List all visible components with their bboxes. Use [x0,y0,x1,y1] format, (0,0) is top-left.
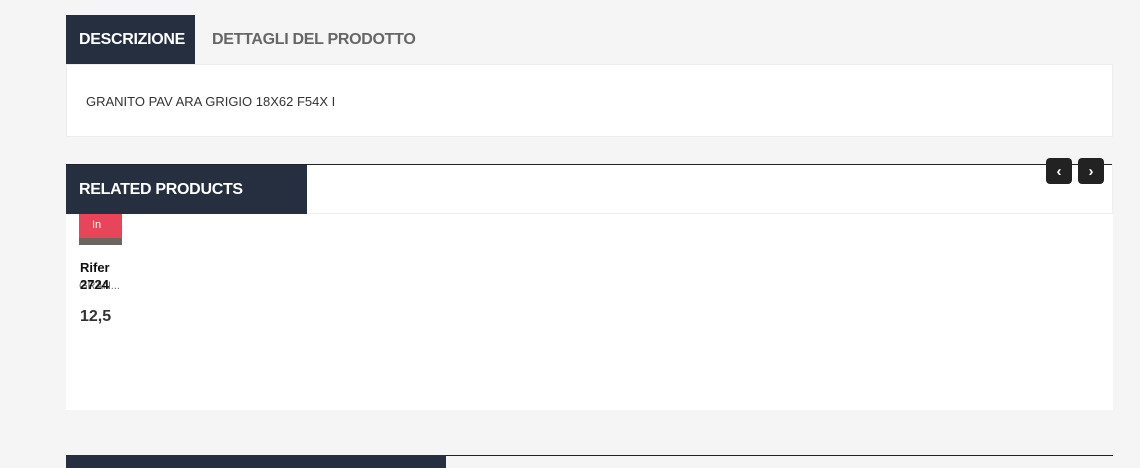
product-reference: Rifer 2724 [80,259,110,293]
product-reference-line2: 2724 [80,277,109,292]
description-panel: GRANITO PAV ARA GRIGIO 18X62 F54X I [66,64,1113,137]
product-price: 12,5 [80,308,112,325]
related-products-title: RELATED PRODUCTS [66,165,307,214]
chevron-right-icon: › [1088,162,1094,180]
tab-dettagli-prodotto[interactable]: DETTAGLI DEL PRODOTTO [195,15,428,64]
header-border [1112,164,1113,214]
product-reference-line1: Rifer [80,260,110,275]
product-card[interactable]: In GRAN... [79,214,122,394]
description-text: GRANITO PAV ARA GRIGIO 18X62 F54X I [86,94,336,109]
related-products-section: RELATED PRODUCTS ‹ › In GRAN... Rifer 27… [66,158,1113,410]
header-underline [307,213,1113,214]
next-section-header [66,455,446,468]
product-tabs: DESCRIZIONE DETTAGLI DEL PRODOTTO [66,15,428,64]
chevron-left-icon: ‹ [1056,162,1062,180]
tab-descrizione[interactable]: DESCRIZIONE [66,15,195,64]
carousel-next-button[interactable]: › [1078,158,1104,184]
product-badge: In [79,214,122,238]
carousel-prev-button[interactable]: ‹ [1046,158,1072,184]
